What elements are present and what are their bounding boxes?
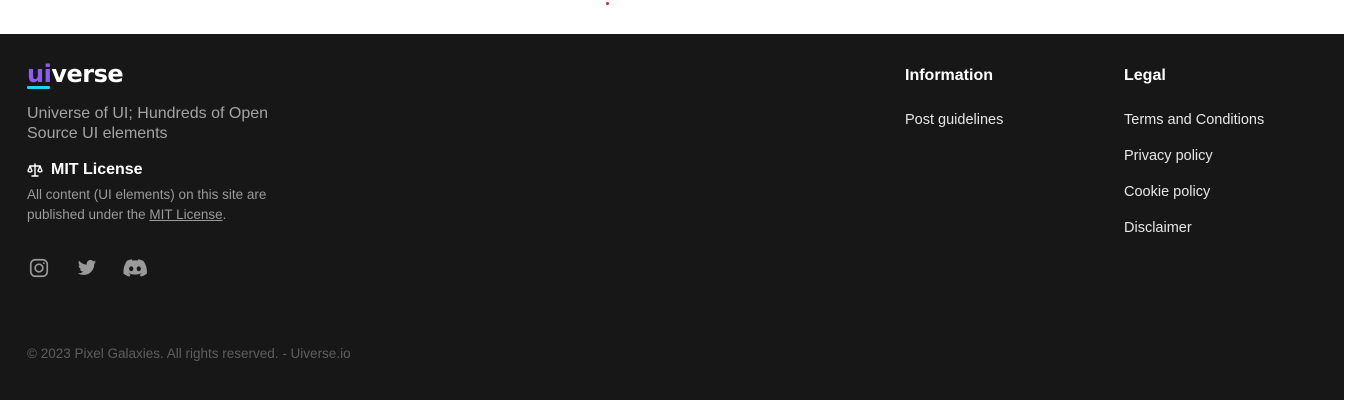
license-header: MIT License (27, 160, 143, 180)
license-text-after: . (222, 207, 227, 222)
logo-text: verse (51, 60, 124, 88)
cookie-policy-link[interactable]: Cookie policy (1124, 183, 1264, 201)
scale-icon (27, 162, 43, 178)
mit-license-link[interactable]: MIT License (149, 207, 222, 222)
legal-column: Legal Terms and Conditions Privacy polic… (1124, 66, 1264, 255)
copyright-text: © 2023 Pixel Galaxies. All rights reserv… (27, 346, 351, 361)
license-text-before: All content (UI elements) on this site a… (27, 187, 267, 222)
logo-accent-text: ui (27, 60, 52, 89)
legal-heading: Legal (1124, 67, 1166, 84)
license-title: MIT License (51, 161, 143, 178)
disclaimer-link[interactable]: Disclaimer (1124, 219, 1264, 237)
instagram-icon[interactable] (27, 256, 51, 280)
information-column: Information Post guidelines (905, 66, 1003, 147)
uiverse-logo[interactable]: ui verse (27, 60, 124, 89)
top-strip (0, 0, 1346, 34)
information-heading: Information (905, 67, 993, 84)
discord-icon[interactable] (123, 256, 147, 280)
site-footer: ui verse Universe of UI; Hundreds of Open… (0, 34, 1344, 400)
terms-link[interactable]: Terms and Conditions (1124, 111, 1264, 129)
red-dot-indicator (606, 2, 609, 5)
post-guidelines-link[interactable]: Post guidelines (905, 111, 1003, 129)
footer-tagline: Universe of UI; Hundreds of Open Source … (27, 105, 269, 142)
twitter-icon[interactable] (75, 256, 99, 280)
privacy-policy-link[interactable]: Privacy policy (1124, 147, 1264, 165)
license-description: All content (UI elements) on this site a… (27, 185, 327, 225)
social-links (27, 256, 147, 280)
